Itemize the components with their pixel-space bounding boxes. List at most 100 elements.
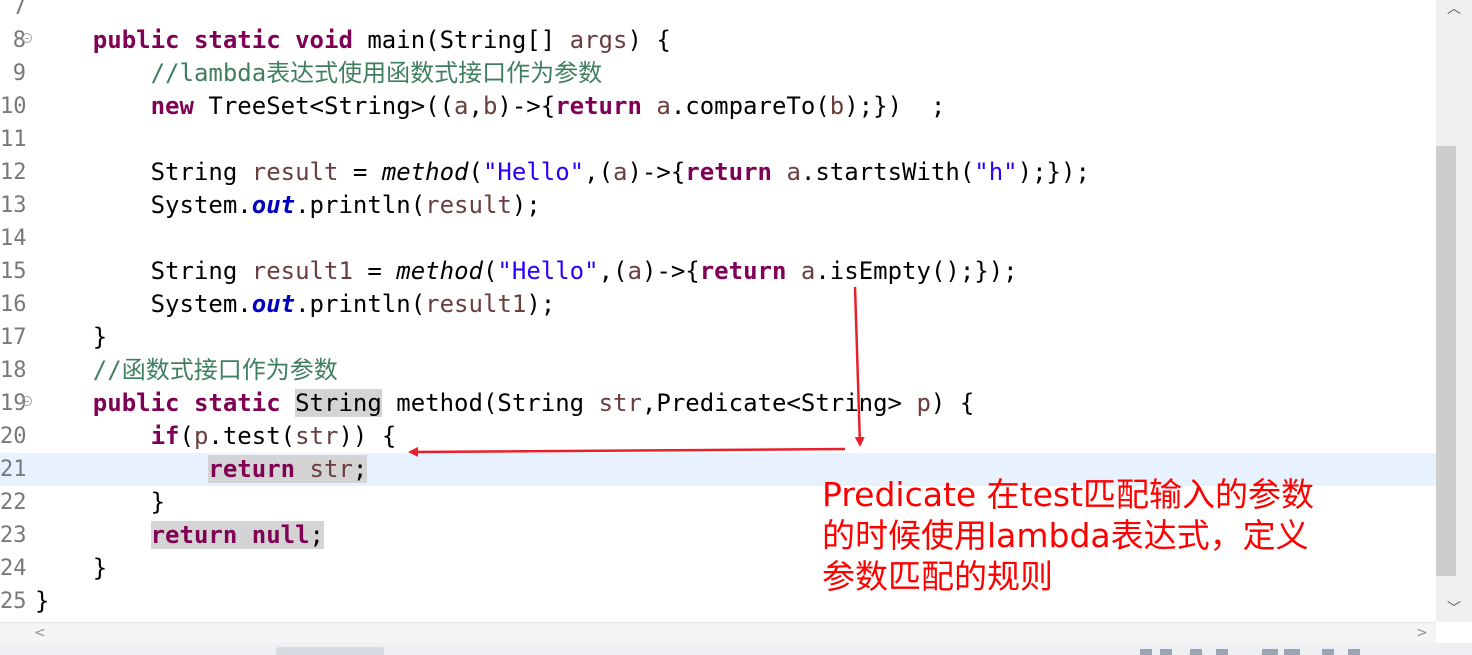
line-number: 24 xyxy=(0,556,27,581)
line-number: 18 xyxy=(0,358,27,383)
fold-toggle-icon[interactable] xyxy=(22,396,32,406)
code-token: ); xyxy=(526,290,556,318)
code-token: p xyxy=(916,389,931,417)
code-line[interactable]: 17 } xyxy=(0,321,1436,354)
code-text[interactable]: //函数式接口作为参数 xyxy=(35,354,338,387)
code-token: ; xyxy=(309,521,324,549)
code-token: );}); xyxy=(1017,158,1090,186)
code-text[interactable]: //lambda表达式使用函数式接口作为参数 xyxy=(35,57,603,90)
code-token: str xyxy=(309,455,353,483)
code-token: TreeSet<String>(( xyxy=(193,92,455,120)
toolbar-icon[interactable] xyxy=(1160,649,1172,655)
code-text[interactable]: } xyxy=(35,552,107,585)
code-text[interactable]: System.out.println(result1); xyxy=(35,288,556,321)
code-token: = xyxy=(338,158,382,186)
annotation-line: Predicate 在test匹配输入的参数 xyxy=(822,475,1315,514)
toolbar-icon[interactable] xyxy=(1348,649,1360,655)
code-token: return xyxy=(685,158,772,186)
code-line[interactable]: 12 String result = method("Hello",(a)->{… xyxy=(0,156,1436,189)
toolbar-icon[interactable] xyxy=(1190,649,1202,655)
annotation-line: 的时候使用lambda表达式，定义 xyxy=(822,516,1309,555)
code-token: //lambda表达式使用函数式接口作为参数 xyxy=(150,59,603,87)
code-line[interactable]: 15 String result1 = method("Hello",(a)->… xyxy=(0,255,1436,288)
code-token: ,Predicate<String> xyxy=(641,389,917,417)
code-line[interactable]: 7 xyxy=(0,0,1436,24)
code-text[interactable]: System.out.println(result); xyxy=(35,189,541,222)
toolbar-icon[interactable] xyxy=(1216,649,1228,655)
code-token: static xyxy=(193,389,281,417)
vertical-scrollbar[interactable]: ︿ ﹀ xyxy=(1436,0,1472,622)
toolbar-icon[interactable] xyxy=(1322,649,1334,655)
code-line[interactable]: 20 if(p.test(str)) { xyxy=(0,420,1436,453)
code-line[interactable]: 19 public static String method(String st… xyxy=(0,387,1436,420)
toolbar-icon[interactable] xyxy=(1262,649,1278,655)
code-token: result1 xyxy=(251,257,353,285)
scroll-down-icon[interactable]: ﹀ xyxy=(1444,598,1464,617)
code-text[interactable]: if(p.test(str)) { xyxy=(35,420,397,453)
code-token: ,( xyxy=(598,257,628,285)
line-number: 15 xyxy=(0,259,27,284)
code-line[interactable]: 14 xyxy=(0,222,1436,255)
code-token: String xyxy=(295,389,382,417)
code-token: args xyxy=(569,26,628,54)
code-text[interactable]: } xyxy=(35,585,49,618)
code-token: ( xyxy=(179,422,194,450)
code-token: result xyxy=(425,191,512,219)
code-token: ); xyxy=(511,191,541,219)
toolbar-icon[interactable] xyxy=(1140,649,1152,655)
code-token: void xyxy=(295,26,353,54)
code-token: System. xyxy=(35,191,252,219)
horizontal-scrollbar[interactable]: < > xyxy=(0,622,1436,643)
code-line[interactable]: 11 xyxy=(0,123,1436,156)
code-token: a xyxy=(800,257,816,285)
code-line[interactable]: 9 //lambda表达式使用函数式接口作为参数 xyxy=(0,57,1436,90)
code-token: ( xyxy=(468,158,483,186)
code-text[interactable]: public static void main(String[] args) { xyxy=(35,24,671,57)
code-line[interactable]: 10 new TreeSet<String>((a,b)->{return a.… xyxy=(0,90,1436,123)
code-token: "Hello" xyxy=(497,257,599,285)
code-token: a xyxy=(613,158,628,186)
code-line[interactable]: 18 //函数式接口作为参数 xyxy=(0,354,1436,387)
code-text[interactable]: String result1 = method("Hello",(a)->{re… xyxy=(35,255,1018,288)
code-token: a xyxy=(656,92,671,120)
scroll-left-icon[interactable]: < xyxy=(34,623,50,643)
code-text[interactable]: } xyxy=(35,486,165,519)
line-number: 12 xyxy=(0,160,27,185)
code-text[interactable]: return null; xyxy=(35,519,324,552)
vertical-scroll-thumb[interactable] xyxy=(1436,146,1456,576)
annotation-text: Predicate 在test匹配输入的参数 的时候使用lambda表达式，定义… xyxy=(822,474,1382,597)
code-token: a xyxy=(454,92,469,120)
line-number: 22 xyxy=(0,490,27,515)
code-token: ,( xyxy=(584,158,614,186)
code-token: );}) ; xyxy=(844,92,946,120)
line-number: 17 xyxy=(0,325,27,350)
code-token: , xyxy=(468,92,483,120)
code-text[interactable]: } xyxy=(35,321,107,354)
code-line[interactable]: 13 System.out.println(result); xyxy=(0,189,1436,222)
bottom-panel-tab[interactable] xyxy=(276,647,384,655)
code-text[interactable]: String result = method("Hello",(a)->{ret… xyxy=(35,156,1090,189)
code-token: public xyxy=(92,26,180,54)
fold-toggle-icon[interactable] xyxy=(22,33,32,43)
code-text[interactable]: new TreeSet<String>((a,b)->{return a.com… xyxy=(35,90,946,123)
line-number: 23 xyxy=(0,523,27,548)
code-text[interactable]: return str; xyxy=(35,453,368,486)
line-number: 7 xyxy=(12,0,26,20)
code-line[interactable]: 16 System.out.println(result1); xyxy=(0,288,1436,321)
toolbar-icon[interactable] xyxy=(1284,649,1300,655)
scroll-up-icon[interactable]: ︿ xyxy=(1444,0,1464,17)
code-token: } xyxy=(35,587,50,615)
code-token: )) { xyxy=(338,422,397,450)
code-token: ) { xyxy=(627,26,671,54)
code-token: return xyxy=(699,257,787,285)
code-line[interactable]: 8 public static void main(String[] args)… xyxy=(0,24,1436,57)
code-text[interactable]: public static String method(String str,P… xyxy=(35,387,974,420)
scroll-right-icon[interactable]: > xyxy=(1416,623,1432,643)
code-token: } xyxy=(35,488,166,516)
code-token: str xyxy=(295,422,339,450)
